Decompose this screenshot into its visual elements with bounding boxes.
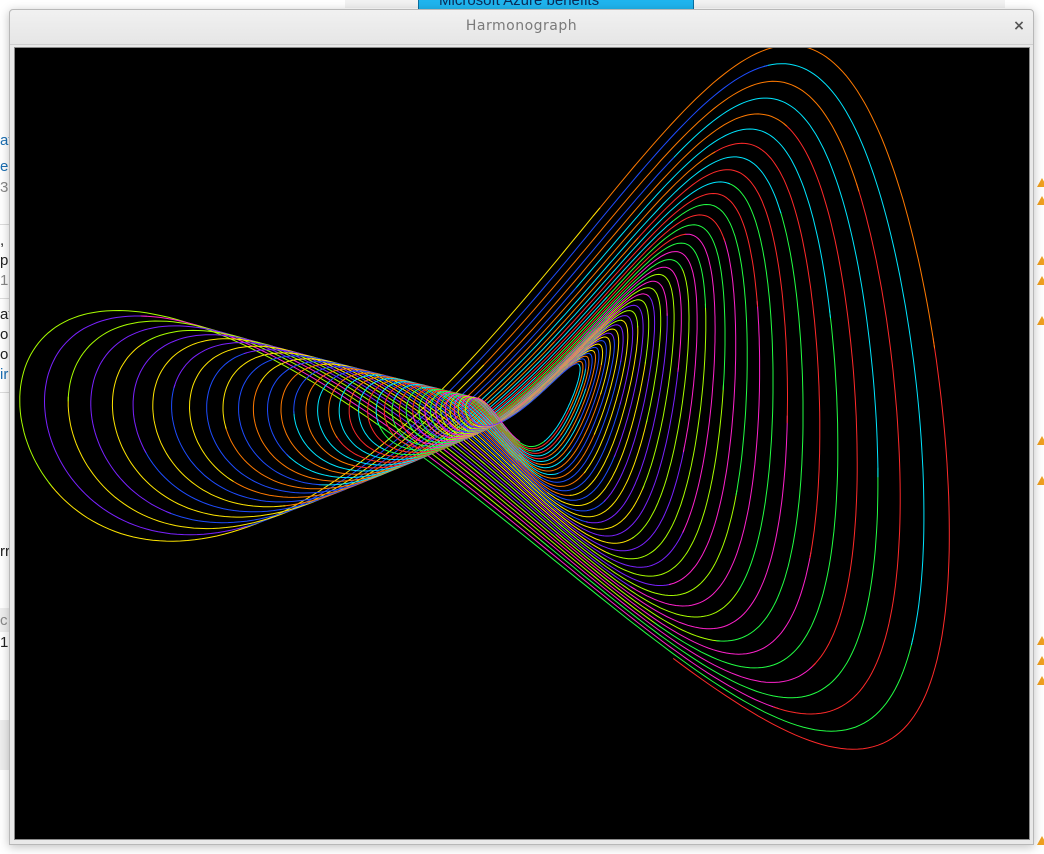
warning-icon	[1037, 836, 1044, 845]
harmonograph-curve-segment	[630, 300, 761, 607]
harmonograph-canvas[interactable]	[14, 47, 1030, 840]
warning-icon	[1037, 178, 1044, 187]
background-text-fragment: o	[0, 346, 9, 363]
harmonograph-curve-segment	[593, 328, 620, 435]
background-text-fragment: 1	[0, 634, 9, 651]
warning-icon	[1037, 256, 1044, 265]
harmonograph-curve-segment	[570, 128, 831, 319]
warning-icon	[1037, 636, 1044, 645]
warning-icon	[1037, 436, 1044, 445]
warning-icon	[1037, 276, 1044, 285]
harmonograph-curve-segment	[783, 123, 858, 667]
harmonograph-curve-segment	[19, 309, 387, 488]
background-text-fragment: 3	[0, 179, 9, 196]
close-button[interactable]: ×	[1009, 16, 1029, 36]
harmonograph-curve-segment	[763, 63, 925, 646]
window-titlebar[interactable]: Harmonograph ×	[10, 10, 1033, 45]
harmonograph-curve-segment	[375, 422, 914, 732]
background-text-fragment: c	[0, 612, 8, 629]
harmonograph-curve-segment	[293, 359, 816, 683]
harmonograph-curve-segment	[43, 315, 247, 536]
harmonograph-curve-segment	[672, 336, 950, 750]
warning-icon	[1037, 476, 1044, 485]
harmonograph-curve-segment	[613, 304, 644, 458]
harmonograph-curve-segment	[350, 274, 639, 469]
harmonograph-curve-segment	[140, 315, 780, 710]
screen: Microsoft Azure benefits at er 3 , p 1 a…	[0, 0, 1044, 854]
background-text-fragment: 1	[0, 272, 9, 289]
window-title: Harmonograph	[465, 18, 578, 34]
harmonograph-curve-segment	[716, 208, 804, 642]
harmonograph-curve-segment	[642, 273, 675, 490]
warning-icon	[1037, 316, 1044, 325]
harmonograph-drawing	[15, 48, 1029, 839]
background-text-fragment: p	[0, 252, 9, 269]
background-azure-tab-label: Microsoft Azure benefits	[439, 0, 600, 9]
harmonograph-curve-segment	[654, 309, 839, 669]
background-text-fragment[interactable]: ir	[0, 366, 8, 384]
background-text-fragment: ,	[0, 232, 5, 249]
harmonograph-curve-segment	[476, 80, 860, 373]
harmonograph-curve-segment	[633, 169, 788, 424]
harmonograph-window: Harmonograph ×	[9, 9, 1034, 845]
warning-icon	[1037, 656, 1044, 665]
warning-icon	[1037, 196, 1044, 205]
harmonograph-curve-segment	[152, 338, 286, 508]
warning-icon	[1037, 676, 1044, 685]
background-right-column	[1034, 0, 1044, 854]
